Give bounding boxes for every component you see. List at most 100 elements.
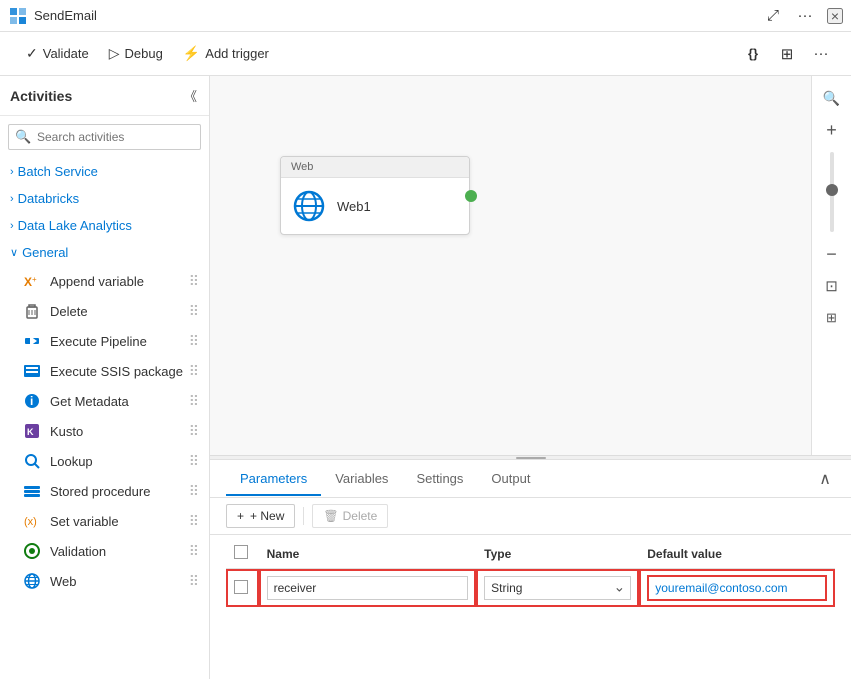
main-toolbar: ✓ Validate ▷ Debug ⚡ Add trigger {} ⊞ ··… <box>0 32 851 76</box>
drag-handle-icon: ⠿ <box>189 513 199 530</box>
sidebar-item-kusto[interactable]: K Kusto ⠿ <box>0 416 209 446</box>
bottom-panel: Parameters Variables Settings Output ∧ +… <box>210 459 851 679</box>
param-name-input[interactable] <box>267 576 469 600</box>
canvas-area: Web Web1 � <box>210 76 851 679</box>
close-btn[interactable]: × <box>827 8 843 24</box>
tab-parameters[interactable]: Parameters <box>226 463 321 496</box>
sidebar-item-get-metadata[interactable]: i Get Metadata ⠿ <box>0 386 209 416</box>
activity-node-web1[interactable]: Web Web1 <box>280 156 470 235</box>
panel-toolbar: + + New 🗑 Delete <box>210 498 851 535</box>
sidebar-item-delete[interactable]: Delete ⠿ <box>0 296 209 326</box>
svg-text:K: K <box>27 427 34 437</box>
set-variable-icon: (x) <box>22 511 42 531</box>
ssis-icon <box>22 361 42 381</box>
main-layout: Activities 《 🔍 › Batch Service › Databri… <box>0 76 851 679</box>
code-view-button[interactable]: {} <box>739 40 767 68</box>
sidebar-item-general[interactable]: ∨ General <box>0 239 209 266</box>
drag-handle-icon: ⠿ <box>189 543 199 560</box>
lookup-icon <box>22 451 42 471</box>
canvas-zoom-out-btn[interactable]: − <box>818 240 846 268</box>
sidebar-item-batch[interactable]: › Batch Service <box>0 158 209 185</box>
chevron-right-icon: › <box>10 193 14 205</box>
sidebar-item-ssis[interactable]: Execute SSIS package ⠿ <box>0 356 209 386</box>
node-globe-icon <box>291 188 327 224</box>
chevron-right-icon: › <box>10 166 14 178</box>
sidebar-item-stored-procedure[interactable]: Stored procedure ⠿ <box>0 476 209 506</box>
validate-button[interactable]: ✓ Validate <box>16 40 99 67</box>
drag-handle-icon: ⠿ <box>189 453 199 470</box>
get-metadata-icon: i <box>22 391 42 411</box>
zoom-slider-thumb <box>826 184 838 196</box>
sidebar-header: Activities 《 <box>0 76 209 116</box>
restore-btn[interactable]: ⤢ <box>759 2 787 30</box>
window-title: SendEmail <box>34 8 397 23</box>
canvas-controls: 🔍 + − ⊡ ⊞ <box>811 76 851 455</box>
chevron-right-icon: › <box>10 220 14 232</box>
drag-handle-icon: ⠿ <box>189 483 199 500</box>
add-trigger-button[interactable]: ⚡ Add trigger <box>173 40 279 67</box>
col-header-name: Name <box>259 539 477 569</box>
sidebar-item-execute-pipeline[interactable]: Execute Pipeline ⠿ <box>0 326 209 356</box>
sidebar-item-datalake[interactable]: › Data Lake Analytics <box>0 212 209 239</box>
col-header-check <box>226 539 259 569</box>
sidebar-item-databricks[interactable]: › Databricks <box>0 185 209 212</box>
activity-node-connector[interactable] <box>465 190 477 202</box>
toolbar-divider <box>303 507 304 525</box>
row-type-cell: Array Bool Float Int Object SecureString… <box>476 569 639 608</box>
drag-handle-icon: ⠿ <box>189 393 199 410</box>
pipeline-canvas[interactable]: Web Web1 � <box>210 76 851 455</box>
row-name-cell <box>259 569 477 608</box>
template-button[interactable]: ⊞ <box>773 40 801 68</box>
svg-text:(x): (x) <box>24 516 37 528</box>
sidebar-item-validation[interactable]: Validation ⠿ <box>0 536 209 566</box>
drag-handle-icon: ⠿ <box>189 303 199 320</box>
chevron-down-icon: ∨ <box>10 246 18 259</box>
parameters-table: Name Type Default value <box>226 539 835 607</box>
sidebar-item-web[interactable]: Web ⠿ <box>0 566 209 596</box>
svg-text:i: i <box>30 394 33 408</box>
search-input[interactable] <box>8 124 201 150</box>
canvas-search-btn[interactable]: 🔍 <box>818 84 846 112</box>
table-row: Array Bool Float Int Object SecureString… <box>226 569 835 608</box>
more-btn[interactable]: ··· <box>791 2 819 30</box>
more-options-button[interactable]: ··· <box>807 40 835 68</box>
row-default-cell <box>639 569 835 608</box>
select-all-checkbox[interactable] <box>234 545 248 559</box>
validate-icon: ✓ <box>26 45 38 62</box>
param-default-input[interactable] <box>647 575 827 601</box>
trigger-icon: ⚡ <box>183 45 200 62</box>
tab-variables[interactable]: Variables <box>321 463 402 496</box>
execute-pipeline-icon <box>22 331 42 351</box>
stored-procedure-icon <box>22 481 42 501</box>
activity-node-body: Web1 <box>281 178 469 234</box>
svg-text:X: X <box>24 275 32 289</box>
debug-button[interactable]: ▷ Debug <box>99 40 173 67</box>
web-icon <box>22 571 42 591</box>
drag-handle-icon: ⠿ <box>189 333 199 350</box>
zoom-slider[interactable] <box>830 152 834 232</box>
sidebar-item-set-variable[interactable]: (x) Set variable ⠿ <box>0 506 209 536</box>
tab-settings[interactable]: Settings <box>402 463 477 496</box>
new-parameter-btn[interactable]: + + New <box>226 504 295 528</box>
debug-icon: ▷ <box>109 45 120 62</box>
tab-output[interactable]: Output <box>477 463 544 496</box>
sidebar-collapse-btn[interactable]: 《 <box>182 84 199 107</box>
panel-close-btn[interactable]: ∧ <box>815 465 835 493</box>
canvas-zoom-in-btn[interactable]: + <box>818 116 846 144</box>
canvas-grid-btn[interactable]: ⊞ <box>818 304 846 332</box>
sidebar-controls: 《 <box>182 84 199 107</box>
param-type-select[interactable]: Array Bool Float Int Object SecureString… <box>484 576 631 600</box>
panel-table: Name Type Default value <box>210 535 851 679</box>
canvas-fit-btn[interactable]: ⊡ <box>818 272 846 300</box>
delete-parameter-btn[interactable]: 🗑 Delete <box>312 504 388 528</box>
svg-text:+: + <box>32 275 37 284</box>
col-header-default: Default value <box>639 539 835 569</box>
drag-handle-icon: ⠿ <box>189 423 199 440</box>
validation-icon <box>22 541 42 561</box>
sidebar: Activities 《 🔍 › Batch Service › Databri… <box>0 76 210 679</box>
row-checkbox[interactable] <box>234 580 248 594</box>
sidebar-item-append-variable[interactable]: X + Append variable ⠿ <box>0 266 209 296</box>
title-bar: SendEmail ⤢ ··· × <box>0 0 851 32</box>
kusto-icon: K <box>22 421 42 441</box>
sidebar-item-lookup[interactable]: Lookup ⠿ <box>0 446 209 476</box>
